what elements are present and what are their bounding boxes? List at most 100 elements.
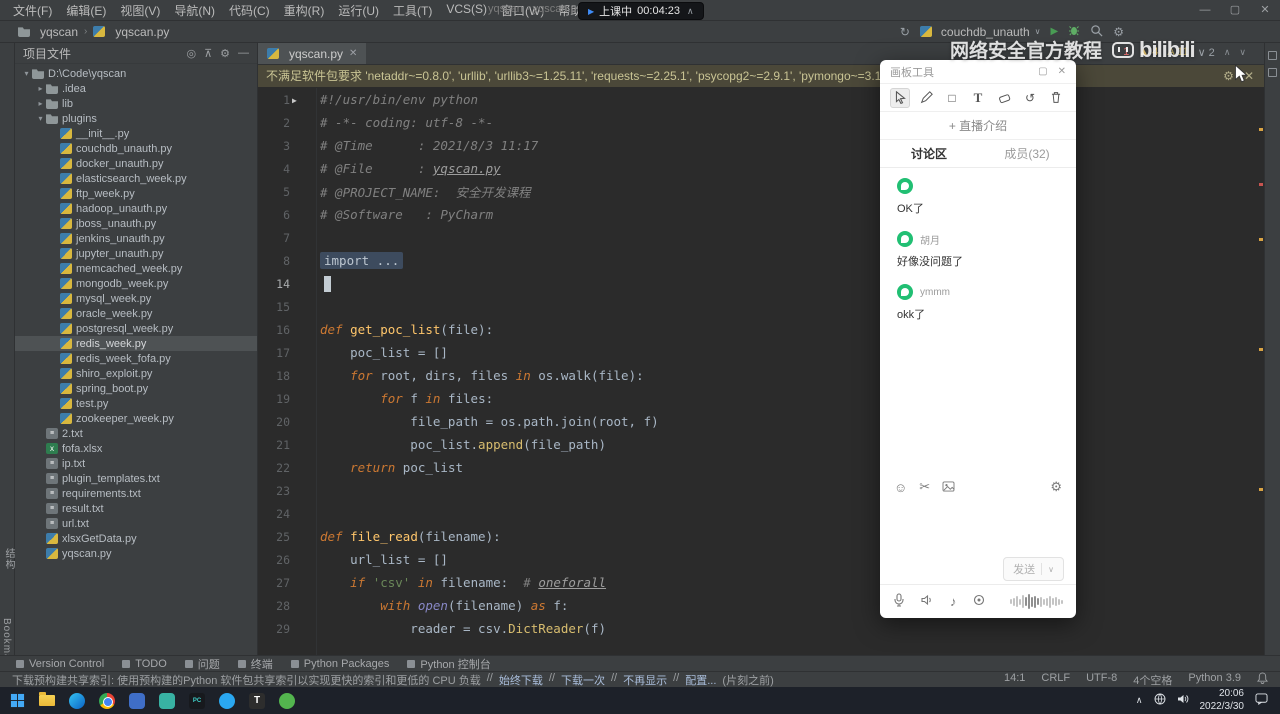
- text-tool-icon[interactable]: T: [968, 88, 988, 108]
- send-options-chevron-icon[interactable]: ∨: [1048, 565, 1054, 574]
- tree-item[interactable]: oracle_week.py: [15, 306, 257, 321]
- rectangle-tool-icon[interactable]: □: [942, 88, 962, 108]
- fold-icon[interactable]: ▶: [292, 96, 297, 105]
- tree-item[interactable]: redis_week_fofa.py: [15, 351, 257, 366]
- taskbar-icon-pycharm[interactable]: PC: [188, 692, 206, 710]
- code-line[interactable]: 5 # @PROJECT_NAME: 安全开发课程: [258, 180, 1264, 203]
- taskbar-icon-edge[interactable]: [68, 692, 86, 710]
- banner-settings-icon[interactable]: ⚙: [1223, 65, 1234, 87]
- code-editor[interactable]: 1 ▶ #!/usr/bin/env python 2 # -*- coding: ut…: [258, 88, 1264, 655]
- banner-close-icon[interactable]: ✕: [1244, 65, 1254, 87]
- close-button[interactable]: ✕: [1250, 0, 1280, 21]
- inspection-indicator[interactable]: 1: [1123, 46, 1129, 59]
- volume-icon[interactable]: [1177, 693, 1189, 708]
- editor-scrollbar-marks[interactable]: [1259, 88, 1263, 655]
- code-line[interactable]: 3 # @Time : 2021/8/3 11:17: [258, 134, 1264, 157]
- inspection-indicator[interactable]: A 11: [1167, 46, 1188, 59]
- taskbar-icon-app-circle-blue[interactable]: [218, 692, 236, 710]
- code-line[interactable]: 23: [258, 479, 1264, 502]
- pen-tool-icon[interactable]: [916, 88, 936, 108]
- notification-center-icon[interactable]: [1255, 693, 1268, 708]
- code-line[interactable]: 16 def get_poc_list(file):: [258, 318, 1264, 341]
- menu-item[interactable]: 代码(C): [222, 0, 277, 21]
- tool-window-button[interactable]: TODO: [122, 658, 167, 670]
- tree-item[interactable]: jenkins_unauth.py: [15, 231, 257, 246]
- tab-members[interactable]: 成员(32): [978, 140, 1076, 167]
- tab-close-icon[interactable]: ✕: [349, 48, 357, 59]
- tree-item[interactable]: yqscan.py: [15, 546, 257, 561]
- maximize-button[interactable]: ▢: [1220, 0, 1250, 21]
- minimize-button[interactable]: —: [1190, 0, 1220, 21]
- run-configuration-select[interactable]: couchdb_unauth ∨: [919, 25, 1041, 39]
- music-note-icon[interactable]: ♪: [950, 594, 957, 609]
- status-link[interactable]: 下载一次: [561, 672, 605, 688]
- right-tool-button[interactable]: [1268, 68, 1277, 77]
- tool-window-button[interactable]: Python Packages: [290, 658, 389, 670]
- editor-tab[interactable]: yqscan.py ✕: [258, 43, 367, 64]
- status-indent[interactable]: 4个空格: [1133, 672, 1172, 688]
- tree-item[interactable]: postgresql_week.py: [15, 321, 257, 336]
- tree-item[interactable]: ≡ plugin_templates.txt: [15, 471, 257, 486]
- code-line[interactable]: 2 # -*- coding: utf-8 -*-: [258, 111, 1264, 134]
- menu-item[interactable]: 文件(F): [6, 0, 59, 21]
- tree-item[interactable]: xlsxGetData.py: [15, 531, 257, 546]
- tree-item[interactable]: mongodb_week.py: [15, 276, 257, 291]
- network-icon[interactable]: [1154, 693, 1166, 708]
- tree-item[interactable]: ▸ .idea: [15, 81, 257, 96]
- tree-item[interactable]: __init__.py: [15, 126, 257, 141]
- breadcrumb-file[interactable]: yqscan.py: [115, 25, 169, 39]
- tool-window-button[interactable]: 终端: [237, 656, 273, 672]
- hide-panel-icon[interactable]: —: [238, 47, 249, 59]
- tool-window-button[interactable]: Python 控制台: [407, 656, 491, 672]
- taskbar-icon-app-t[interactable]: T: [248, 692, 266, 710]
- structure-tool-button[interactable]: 结构: [1, 548, 16, 570]
- settings-gear-icon[interactable]: ⚙: [1113, 25, 1124, 39]
- code-line[interactable]: 18 for root, dirs, files in os.walk(file…: [258, 364, 1264, 387]
- tree-item[interactable]: docker_unauth.py: [15, 156, 257, 171]
- taskbar-clock[interactable]: 20:06 2022/3/30: [1200, 688, 1245, 713]
- vcs-update-icon[interactable]: ↻: [900, 25, 910, 39]
- tray-chevron-icon[interactable]: ∧: [1136, 695, 1143, 706]
- tree-item[interactable]: x fofa.xlsx: [15, 441, 257, 456]
- code-line[interactable]: 29 reader = csv.DictReader(f): [258, 617, 1264, 640]
- status-encoding[interactable]: UTF-8: [1086, 672, 1117, 688]
- speaker-icon[interactable]: [921, 594, 934, 609]
- run-button[interactable]: ▶: [1051, 26, 1059, 37]
- menu-item[interactable]: 运行(U): [331, 0, 386, 21]
- next-problem-icon[interactable]: ∨: [1239, 47, 1246, 58]
- tree-item[interactable]: ≡ requirements.txt: [15, 486, 257, 501]
- code-line[interactable]: 4 # @File : yqscan.py: [258, 157, 1264, 180]
- menu-item[interactable]: 视图(V): [113, 0, 167, 21]
- chat-message-list[interactable]: OK了 胡月 好像没问题了 ymmm okk了: [880, 168, 1076, 476]
- code-line[interactable]: 8 import ...: [258, 249, 1264, 272]
- tree-item[interactable]: ▾ D:\Code\yqscan: [15, 66, 257, 81]
- locate-file-icon[interactable]: ◎: [186, 47, 196, 60]
- tab-discussion[interactable]: 讨论区: [880, 140, 978, 167]
- tree-item[interactable]: zookeeper_week.py: [15, 411, 257, 426]
- code-line[interactable]: 19 for f in files:: [258, 387, 1264, 410]
- code-line[interactable]: 6 # @Software : PyCharm: [258, 203, 1264, 226]
- status-line-ending[interactable]: CRLF: [1041, 672, 1070, 688]
- eraser-tool-icon[interactable]: [994, 88, 1014, 108]
- inspection-indicator[interactable]: ▲ 4: [1138, 46, 1158, 59]
- tree-item[interactable]: spring_boot.py: [15, 381, 257, 396]
- record-dot-icon[interactable]: [973, 594, 985, 609]
- class-timer[interactable]: ▶ 上课中 00:04:23 ∧: [578, 2, 704, 20]
- trash-tool-icon[interactable]: [1046, 88, 1066, 108]
- code-line[interactable]: 22 return poc_list: [258, 456, 1264, 479]
- taskbar-icon-chrome[interactable]: [98, 692, 116, 710]
- code-line[interactable]: 27 if 'csv' in filename: # oneforall: [258, 571, 1264, 594]
- status-link[interactable]: 不再显示: [623, 672, 667, 688]
- code-line[interactable]: 17 poc_list = []: [258, 341, 1264, 364]
- status-interpreter[interactable]: Python 3.9: [1188, 672, 1241, 688]
- tree-item[interactable]: ≡ result.txt: [15, 501, 257, 516]
- status-link[interactable]: 配置...: [685, 672, 716, 688]
- screenshot-scissors-icon[interactable]: ✂: [919, 479, 930, 495]
- tree-item[interactable]: jboss_unauth.py: [15, 216, 257, 231]
- chevron-up-icon[interactable]: ∧: [687, 6, 694, 17]
- tree-item[interactable]: hadoop_unauth.py: [15, 201, 257, 216]
- emoji-icon[interactable]: ☺: [894, 480, 907, 495]
- select-tool-icon[interactable]: [890, 87, 910, 108]
- tree-item[interactable]: couchdb_unauth.py: [15, 141, 257, 156]
- menu-item[interactable]: 导航(N): [167, 0, 222, 21]
